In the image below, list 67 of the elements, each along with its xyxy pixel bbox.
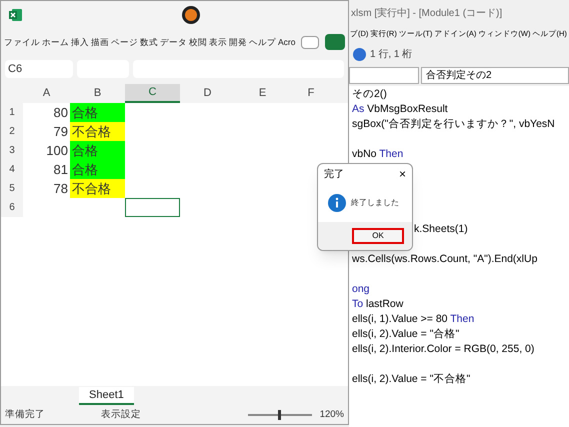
code-line: ells(i, 1).Value >= 80 Then — [352, 312, 474, 327]
dialog-message: 終了しました — [351, 197, 399, 209]
info-icon — [328, 194, 346, 212]
column-header[interactable]: D — [180, 84, 235, 103]
selected-cell[interactable] — [125, 198, 180, 217]
table-cell-text: 100 — [45, 142, 69, 160]
ribbon-tab[interactable]: ページ — [111, 36, 138, 48]
status-text: 準備完了 — [5, 408, 45, 422]
row-header[interactable]: 2 — [1, 122, 23, 141]
column-header[interactable]: E — [235, 84, 290, 103]
code-line: sgBox("合否判定を行いますか？", vbYesN — [352, 117, 555, 132]
row-header[interactable]: 6 — [1, 198, 23, 217]
ribbon-tab[interactable]: ファイル — [4, 36, 40, 48]
close-button[interactable]: × — [398, 165, 406, 183]
ribbon-tab[interactable]: 数式 — [140, 36, 158, 48]
code-line: vbNo Then — [352, 147, 404, 162]
ribbon-tab[interactable]: 表示 — [209, 36, 227, 48]
procedure-dropdown[interactable]: 合否判定その2 — [421, 67, 569, 84]
table-cell-text: 78 — [52, 180, 69, 198]
ribbon-tab[interactable]: ヘルプ — [249, 36, 276, 48]
object-dropdown[interactable] — [349, 67, 419, 84]
code-line: To lastRow — [352, 297, 404, 312]
code-line: As VbMsgBoxResult — [352, 102, 448, 117]
dialog-title: 完了 — [324, 168, 344, 182]
column-header[interactable]: A — [23, 84, 70, 103]
zoom-percentage: 120% — [320, 408, 344, 422]
column-header[interactable]: C — [125, 84, 180, 103]
name-box[interactable]: C6 — [5, 60, 73, 78]
table-cell: 合格 — [70, 103, 125, 122]
row-header[interactable]: 4 — [1, 160, 23, 179]
code-line: その2() — [352, 87, 387, 102]
code-line: ells(i, 2).Value = "合格" — [352, 327, 460, 342]
row-header[interactable]: 1 — [1, 103, 23, 122]
ribbon-tab[interactable]: 挿入 — [71, 36, 89, 48]
display-settings-button[interactable]: 表示設定 — [101, 408, 141, 422]
ok-button[interactable]: OK — [352, 228, 404, 244]
excel-logo-icon — [9, 8, 23, 22]
user-avatar-icon[interactable] — [182, 6, 200, 24]
table-cell: 不合格 — [70, 122, 125, 141]
code-line: ws.Cells(ws.Rows.Count, "A").End(xlUp — [352, 252, 538, 267]
table-cell-text: 80 — [52, 104, 69, 122]
sheet-tab[interactable]: Sheet1 — [79, 387, 134, 405]
row-header[interactable]: 5 — [1, 179, 23, 198]
code-line: ells(i, 2).Interior.Color = RGB(0, 255, 0) — [352, 342, 534, 357]
code-line: ells(i, 2).Value = "不合格" — [352, 372, 470, 387]
cursor-position: 1 行, 1 桁 — [370, 48, 412, 62]
ribbon-tab[interactable]: 描画 — [91, 36, 109, 48]
table-cell: 不合格 — [70, 179, 125, 198]
column-header[interactable]: F — [290, 84, 332, 103]
table-cell: 合格 — [70, 141, 125, 160]
ribbon-tab[interactable]: 校閲 — [189, 36, 207, 48]
column-header[interactable]: B — [70, 84, 125, 103]
window-title: xlsm [実行中] - [Module1 (コード)] — [351, 6, 502, 20]
table-cell-text: 79 — [52, 122, 69, 141]
ribbon-tab[interactable]: 開発 — [229, 36, 247, 48]
table-cell: 合格 — [70, 160, 125, 179]
ribbon-tab[interactable]: Acro — [278, 36, 296, 48]
zoom-slider-thumb[interactable] — [278, 410, 282, 420]
ribbon-tab[interactable]: データ — [160, 36, 187, 48]
ribbon-tab[interactable]: ホーム — [42, 36, 69, 48]
row-header[interactable]: 3 — [1, 141, 23, 160]
table-cell-text: 81 — [52, 160, 69, 179]
share-button[interactable] — [325, 34, 345, 50]
help-icon[interactable] — [353, 48, 366, 60]
code-line: k.Sheets(1) — [414, 222, 468, 237]
code-line: ong — [352, 282, 370, 297]
comments-button[interactable] — [301, 36, 319, 48]
